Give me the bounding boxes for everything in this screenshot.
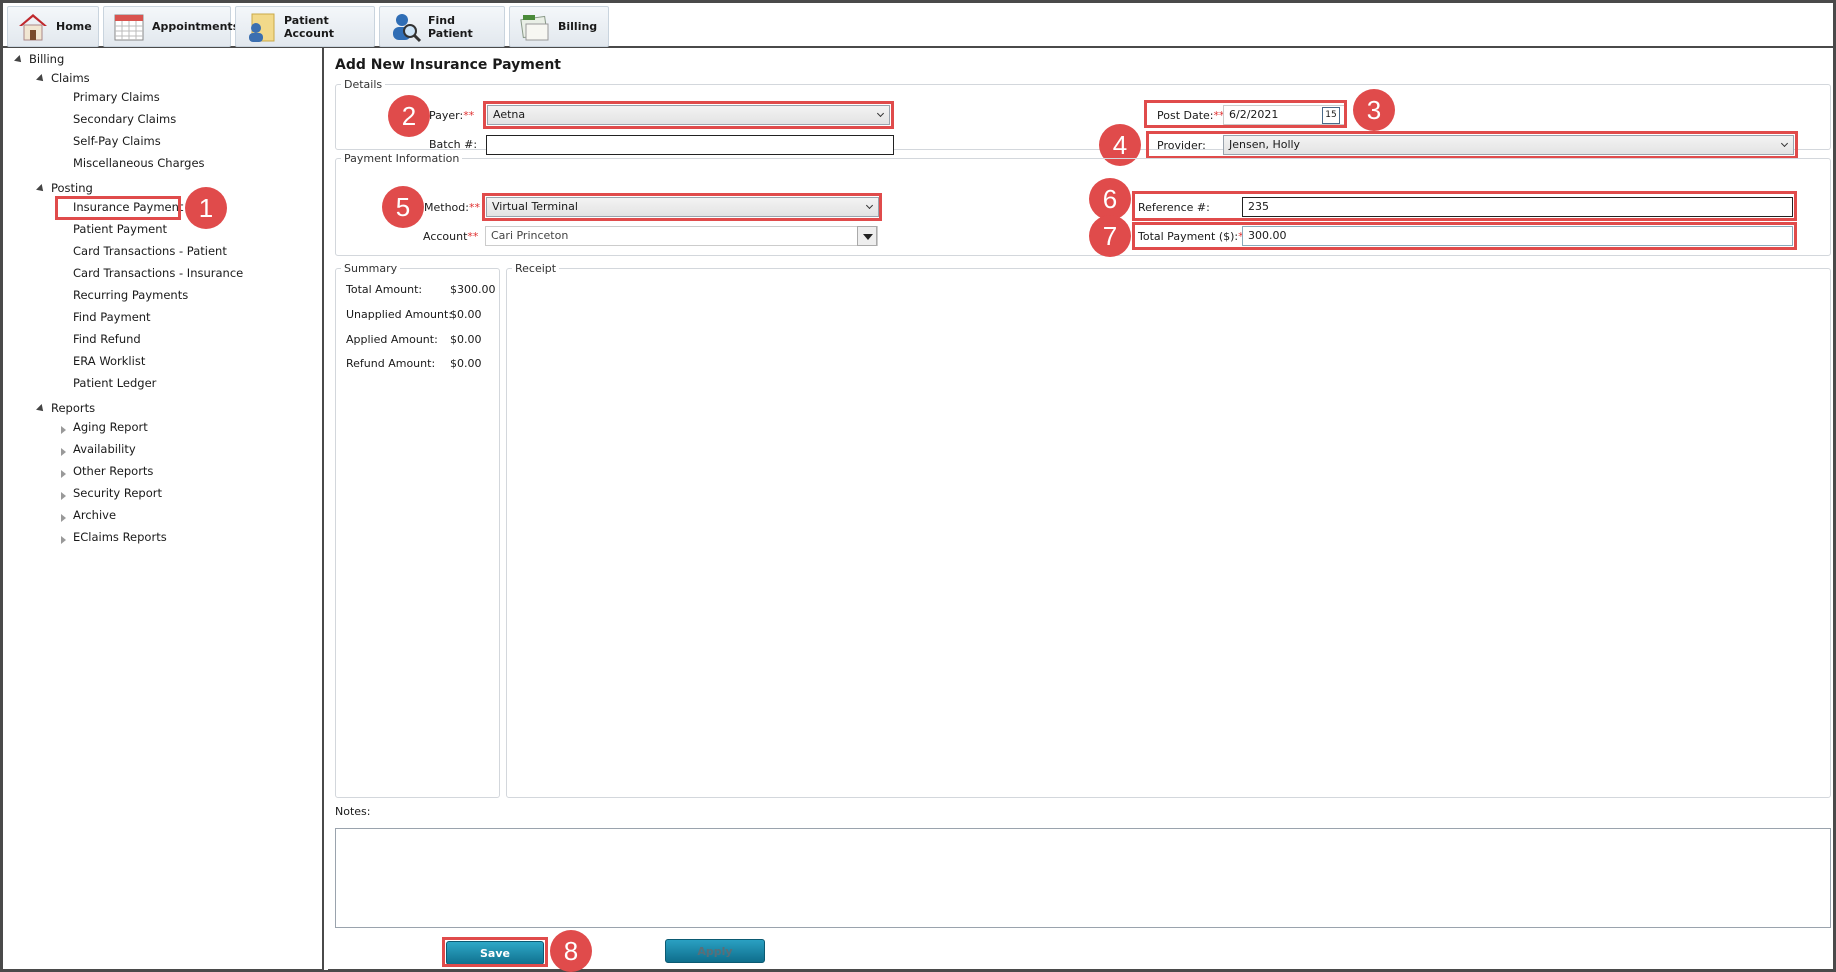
tree-item-card-transactions-patient[interactable]: Card Transactions - Patient (73, 244, 227, 258)
tree-item-find-payment[interactable]: Find Payment (73, 310, 151, 324)
home-icon (16, 10, 50, 44)
tree-item-self-pay-claims[interactable]: Self-Pay Claims (73, 134, 161, 148)
step-badge-1: 1 (185, 187, 227, 229)
summary-label: Unapplied Amount: (346, 308, 453, 321)
notes-textarea[interactable] (335, 828, 1831, 928)
patient-account-button[interactable]: Patient Account (235, 6, 375, 47)
step-badge-6: 6 (1089, 178, 1131, 220)
collapse-arrow-icon[interactable] (61, 448, 66, 456)
collapse-arrow-icon[interactable] (61, 514, 66, 522)
collapse-arrow-icon[interactable] (61, 492, 66, 500)
tree-item-availability[interactable]: Availability (73, 442, 136, 456)
tree-node-reports[interactable]: Reports (51, 401, 95, 415)
triangle-down-icon (863, 234, 873, 240)
billing-button[interactable]: Billing (509, 6, 609, 47)
navigation-tree: Billing Claims Primary Claims Secondary … (5, 50, 326, 968)
tree-item-patient-payment[interactable]: Patient Payment (73, 222, 167, 236)
expand-arrow-icon[interactable] (36, 404, 46, 414)
summary-label: Applied Amount: (346, 333, 438, 346)
tree-item-patient-ledger[interactable]: Patient Ledger (73, 376, 156, 390)
tree-item-other-reports[interactable]: Other Reports (73, 464, 153, 478)
step-badge-3: 3 (1353, 89, 1395, 131)
account-label: Account** (423, 230, 479, 243)
splitter[interactable] (322, 48, 328, 970)
highlight-box (482, 193, 882, 221)
tree-item-primary-claims[interactable]: Primary Claims (73, 90, 160, 104)
batch-label: Batch #: (429, 138, 478, 151)
expand-arrow-icon[interactable] (14, 55, 24, 65)
highlight-box (1132, 222, 1797, 250)
calendar-icon (112, 10, 146, 44)
account-value: Cari Princeton (491, 229, 569, 242)
main-toolbar: Home Appointments Patient Account Find P… (3, 3, 1833, 48)
appointments-label: Appointments (152, 20, 240, 33)
expand-arrow-icon[interactable] (36, 74, 46, 84)
highlight-box (483, 101, 894, 129)
step-badge-2: 2 (388, 95, 430, 137)
appointments-button[interactable]: Appointments (103, 6, 239, 47)
billing-icon (518, 10, 552, 44)
tree-item-security-report[interactable]: Security Report (73, 486, 162, 500)
tree-item-recurring-payments[interactable]: Recurring Payments (73, 288, 188, 302)
payment-information-legend: Payment Information (344, 152, 460, 165)
tree-item-secondary-claims[interactable]: Secondary Claims (73, 112, 176, 126)
patient-account-label: Patient Account (284, 13, 335, 40)
notes-label: Notes: (335, 805, 371, 818)
highlight-box (55, 196, 181, 220)
collapse-arrow-icon[interactable] (61, 470, 66, 478)
payer-label: Payer:** (429, 109, 475, 122)
find-patient-label: Find Patient (428, 13, 473, 40)
step-badge-8: 8 (550, 930, 592, 972)
highlight-box (442, 937, 548, 967)
home-button[interactable]: Home (7, 6, 99, 47)
tree-item-find-refund[interactable]: Find Refund (73, 332, 141, 346)
summary-label: Refund Amount: (346, 357, 436, 370)
highlight-box (1144, 100, 1347, 128)
highlight-box (1132, 191, 1797, 221)
home-label: Home (56, 20, 92, 33)
tree-item-miscellaneous-charges[interactable]: Miscellaneous Charges (73, 156, 205, 170)
tree-node-posting[interactable]: Posting (51, 181, 93, 195)
step-badge-5: 5 (382, 186, 424, 228)
patient-account-icon (244, 10, 278, 44)
tree-item-aging-report[interactable]: Aging Report (73, 420, 148, 434)
collapse-arrow-icon[interactable] (61, 536, 66, 544)
summary-value: $300.00 (450, 283, 496, 296)
method-label: Method:** (424, 201, 480, 214)
collapse-arrow-icon[interactable] (61, 426, 66, 434)
details-legend: Details (344, 78, 383, 91)
expand-arrow-icon[interactable] (36, 184, 46, 194)
apply-button[interactable]: Apply (665, 939, 765, 963)
billing-label: Billing (558, 20, 598, 33)
receipt-legend: Receipt (515, 262, 557, 275)
find-patient-button[interactable]: Find Patient (379, 6, 505, 47)
find-patient-icon (388, 10, 422, 44)
page-title: Add New Insurance Payment (335, 57, 562, 73)
main-panel: Add New Insurance Payment Details Payer:… (330, 50, 1833, 972)
tree-item-era-worklist[interactable]: ERA Worklist (73, 354, 145, 368)
tree-node-billing[interactable]: Billing (29, 52, 64, 66)
summary-value: $0.00 (450, 308, 482, 321)
step-badge-7: 7 (1089, 215, 1131, 257)
tree-item-eclaims-reports[interactable]: EClaims Reports (73, 530, 167, 544)
account-combobox[interactable]: Cari Princeton (485, 226, 878, 246)
summary-value: $0.00 (450, 357, 482, 370)
summary-label: Total Amount: (346, 283, 423, 296)
tree-item-archive[interactable]: Archive (73, 508, 116, 522)
tree-node-claims[interactable]: Claims (51, 71, 90, 85)
account-dropdown-button[interactable] (857, 226, 877, 246)
tree-item-card-transactions-insurance[interactable]: Card Transactions - Insurance (73, 266, 243, 280)
summary-value: $0.00 (450, 333, 482, 346)
summary-legend: Summary (344, 262, 398, 275)
receipt-group: Receipt (506, 262, 1831, 798)
